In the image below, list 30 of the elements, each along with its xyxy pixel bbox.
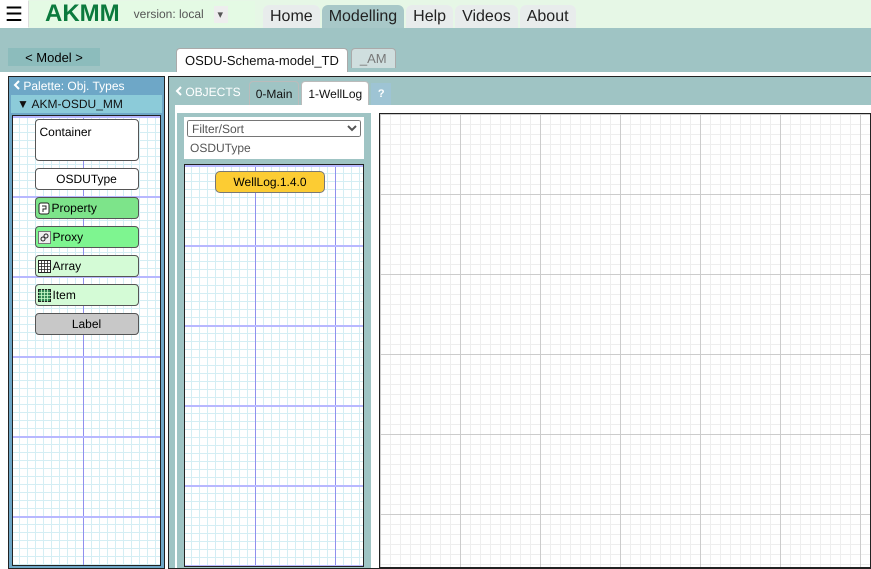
palette-item[interactable]: Container [34, 119, 138, 161]
nav-tab[interactable]: About [520, 5, 576, 28]
model-button[interactable]: < Model > [8, 48, 100, 66]
palette-item[interactable]: Property [34, 197, 138, 219]
version-label: version: local [134, 7, 204, 21]
palette-item[interactable]: Label [34, 313, 138, 335]
diagram-tab[interactable]: 1-WellLog [301, 81, 370, 105]
link-icon [38, 230, 50, 244]
version-dropdown[interactable]: ▾ [214, 6, 228, 22]
grid-icon [38, 260, 50, 272]
palette-item[interactable]: OSDUType [34, 168, 138, 190]
menu-button[interactable]: ☰ [0, 0, 28, 28]
logo: AKMM [45, 0, 120, 28]
palette-item[interactable]: Proxy [34, 226, 138, 248]
nav-tab[interactable]: Help [406, 5, 454, 28]
model-tab[interactable]: OSDU-Schema-model_TD [176, 48, 348, 72]
nav-tab[interactable]: Videos [455, 5, 518, 28]
chevron-left-icon [13, 80, 20, 90]
filter-value: OSDUType [189, 141, 252, 155]
palette-item[interactable]: Item [34, 284, 138, 306]
document-icon [38, 202, 50, 214]
nav-tab[interactable]: Home [263, 5, 320, 28]
nav-tab[interactable]: Modelling [322, 5, 404, 28]
filter-select[interactable]: Filter/Sort [187, 120, 361, 137]
chevron-left-icon [175, 86, 182, 96]
palette-group[interactable]: ▼ AKM-OSDU_MM [11, 95, 162, 113]
grid-icon [38, 288, 50, 302]
palette-item[interactable]: Array [34, 255, 138, 277]
object-node[interactable]: WellLog.1.4.0 [215, 171, 325, 193]
diagram-tab[interactable]: 0-Main [248, 81, 300, 105]
